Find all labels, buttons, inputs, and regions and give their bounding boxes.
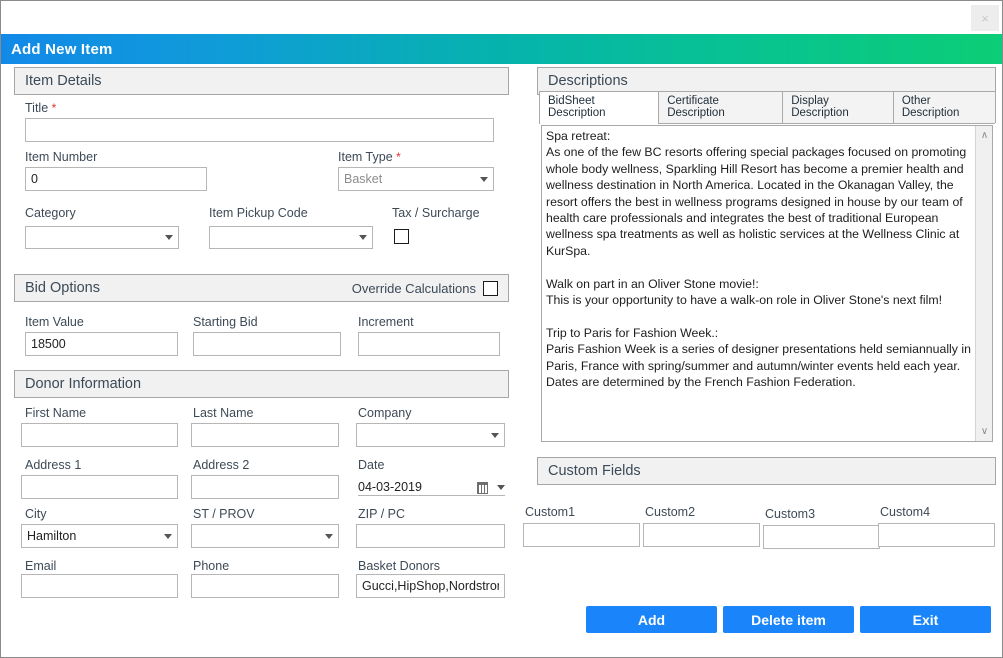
page-title: Add New Item [1, 34, 1002, 64]
override-calculations-checkbox[interactable] [483, 280, 498, 296]
item-type-required-marker: * [396, 150, 401, 164]
address2-input[interactable] [191, 475, 339, 499]
tax-surcharge-label: Tax / Surcharge [392, 206, 480, 220]
city-select[interactable]: Hamilton [21, 524, 178, 548]
description-text: Spa retreat: As one of the few BC resort… [546, 129, 971, 390]
company-label: Company [358, 406, 412, 420]
item-value-label: Item Value [25, 315, 84, 329]
custom3-label: Custom3 [765, 507, 816, 521]
custom4-input[interactable] [878, 523, 995, 547]
description-tabs: BidSheet Description Certificate Descrip… [539, 91, 996, 124]
calendar-icon [477, 482, 488, 494]
tab-bidsheet-description[interactable]: BidSheet Description [539, 91, 660, 124]
chevron-down-icon [497, 485, 505, 490]
city-value: Hamilton [27, 529, 77, 543]
override-calculations-group: Override Calculations [351, 280, 498, 296]
item-type-value: Basket [344, 172, 383, 186]
date-value: 04-03-2019 [358, 480, 422, 494]
item-number-input[interactable] [25, 167, 207, 191]
chevron-down-icon [164, 533, 172, 539]
basket-donors-label: Basket Donors [358, 559, 440, 573]
item-pickup-code-select[interactable] [209, 226, 373, 249]
custom3-input[interactable] [763, 525, 880, 549]
item-value-input[interactable] [25, 332, 178, 356]
tab-certificate-description[interactable]: Certificate Description [658, 91, 784, 123]
section-title-bid-options: Bid Options [25, 280, 100, 296]
delete-item-button[interactable]: Delete item [723, 606, 854, 633]
title-label: Title * [25, 101, 56, 115]
state-prov-select[interactable] [191, 524, 339, 548]
section-header-item-details: Item Details [14, 67, 509, 95]
section-header-custom-fields: Custom Fields [537, 457, 996, 485]
section-header-bid-options: Bid Options Override Calculations [14, 274, 509, 302]
tab-display-description[interactable]: Display Description [782, 91, 894, 123]
title-required-marker: * [51, 101, 57, 115]
date-picker[interactable]: 04-03-2019 [358, 474, 505, 496]
item-number-label: Item Number [25, 150, 98, 164]
close-icon[interactable]: × [971, 5, 999, 31]
date-label: Date [358, 458, 385, 472]
exit-button[interactable]: Exit [860, 606, 991, 633]
title-label-text: Title [25, 101, 49, 115]
title-input[interactable] [25, 118, 494, 142]
last-name-input[interactable] [191, 423, 339, 447]
section-title-donor-information: Donor Information [25, 376, 142, 392]
company-select[interactable] [356, 423, 505, 447]
scroll-up-icon[interactable]: ∧ [976, 127, 992, 144]
zip-pc-input[interactable] [356, 524, 505, 548]
address2-label: Address 2 [193, 458, 250, 472]
state-prov-label: ST / PROV [193, 507, 255, 521]
chevron-down-icon [325, 533, 333, 539]
page-title-text: Add New Item [11, 40, 113, 58]
phone-label: Phone [193, 559, 230, 573]
address1-input[interactable] [21, 475, 178, 499]
chevron-down-icon [480, 176, 488, 182]
increment-label: Increment [358, 315, 414, 329]
email-label: Email [25, 559, 57, 573]
custom1-label: Custom1 [525, 505, 576, 519]
phone-input[interactable] [191, 574, 339, 598]
override-calculations-label: Override Calculations [351, 280, 476, 296]
custom4-label: Custom4 [880, 505, 931, 519]
city-label: City [25, 507, 47, 521]
custom1-input[interactable] [523, 523, 640, 547]
starting-bid-label: Starting Bid [193, 315, 258, 329]
zip-pc-label: ZIP / PC [358, 507, 406, 521]
section-header-donor-information: Donor Information [14, 370, 509, 398]
last-name-label: Last Name [193, 406, 254, 420]
tax-surcharge-checkbox[interactable] [394, 229, 409, 244]
address1-label: Address 1 [25, 458, 82, 472]
custom2-input[interactable] [643, 523, 760, 547]
add-new-item-window: × Add New Item Item Details Title * Item… [0, 0, 1003, 658]
item-pickup-code-label: Item Pickup Code [209, 206, 308, 220]
first-name-label: First Name [25, 406, 87, 420]
custom2-label: Custom2 [645, 505, 696, 519]
item-type-label-text: Item Type [338, 150, 393, 164]
section-title-descriptions: Descriptions [548, 73, 628, 89]
basket-donors-input[interactable] [356, 574, 505, 598]
item-type-select[interactable]: Basket [338, 167, 494, 191]
chevron-down-icon [359, 235, 367, 240]
add-button[interactable]: Add [586, 606, 717, 633]
starting-bid-input[interactable] [193, 332, 341, 356]
chevron-down-icon [165, 235, 173, 240]
description-scrollbar[interactable]: ∧ ∨ [975, 126, 992, 441]
description-textarea[interactable]: Spa retreat: As one of the few BC resort… [541, 125, 993, 442]
email-input[interactable] [21, 574, 178, 598]
scroll-down-icon[interactable]: ∨ [976, 423, 992, 440]
category-label: Category [25, 206, 76, 220]
category-select[interactable] [25, 226, 179, 249]
section-title-custom-fields: Custom Fields [548, 463, 641, 479]
item-type-label: Item Type * [338, 150, 401, 164]
window-titlebar: × [1, 1, 1002, 34]
chevron-down-icon [491, 432, 499, 438]
first-name-input[interactable] [21, 423, 178, 447]
increment-input[interactable] [358, 332, 500, 356]
tab-other-description[interactable]: Other Description [892, 91, 996, 123]
section-title-item-details: Item Details [25, 73, 102, 89]
